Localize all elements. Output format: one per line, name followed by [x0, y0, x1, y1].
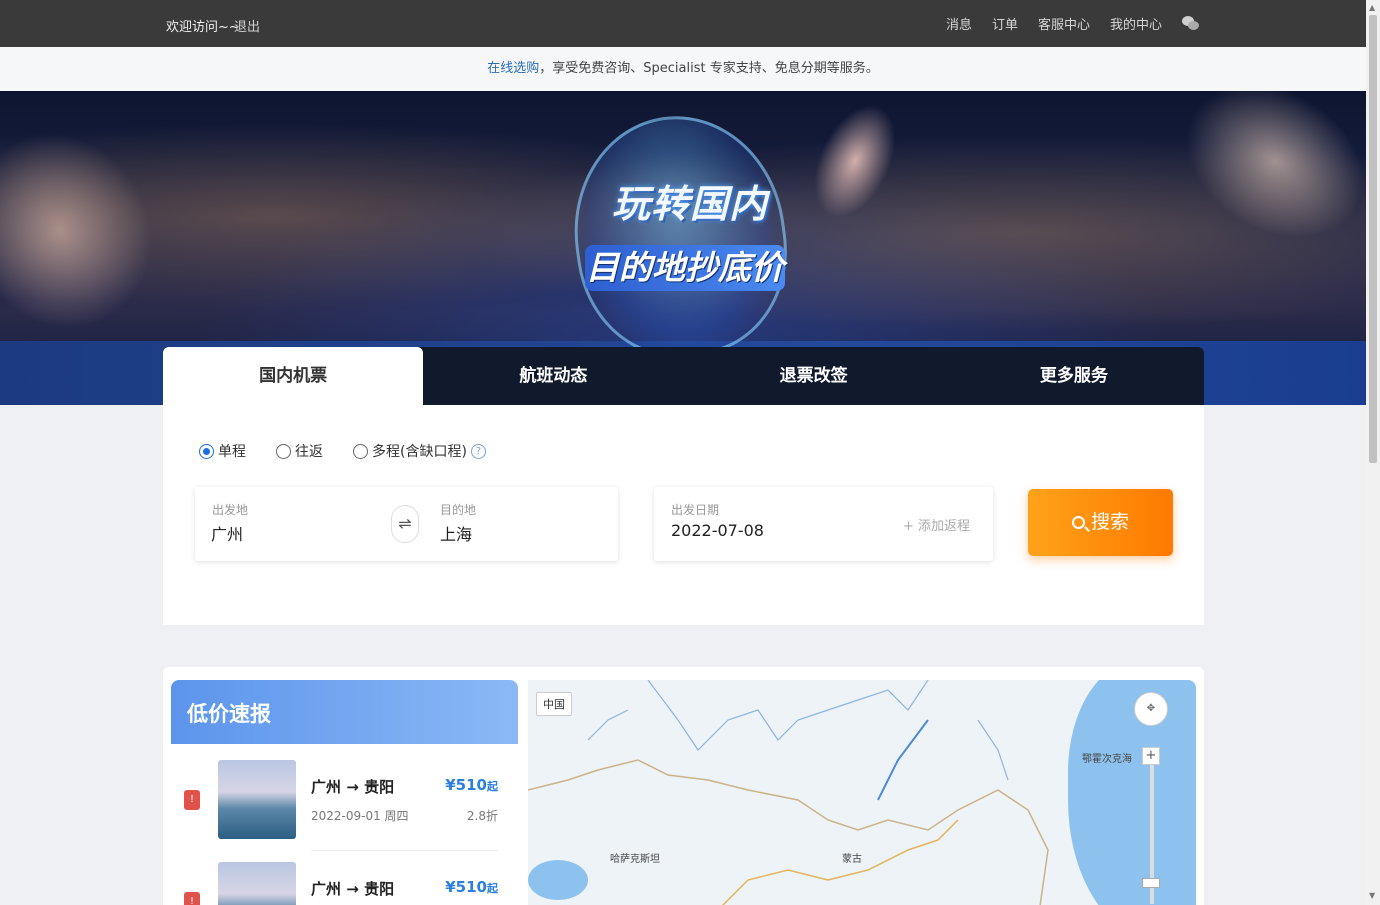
- wechat-icon[interactable]: [1182, 16, 1200, 31]
- flight-search-panel: 单程 往返 多程(含缺口程)? 出发地 广州 ⇌ 目的地 上海 出发日期 202…: [163, 405, 1204, 625]
- radio-dot-icon: [353, 443, 368, 459]
- banner-decoration: [797, 91, 913, 231]
- radio-dot-icon: [276, 443, 291, 459]
- from-city-input[interactable]: 广州: [211, 521, 243, 545]
- nav-orders[interactable]: 订单: [992, 14, 1018, 33]
- tab-domestic-flights[interactable]: 国内机票: [163, 347, 424, 405]
- zoom-slider-handle[interactable]: [1142, 878, 1160, 888]
- map-lake: [528, 860, 588, 900]
- trip-roundtrip-label: 往返: [295, 444, 323, 460]
- date-selector: 出发日期 2022-07-08 + 添加返程: [654, 487, 993, 561]
- deal-price: ¥510起: [445, 776, 498, 794]
- trip-oneway-radio[interactable]: 单程: [199, 441, 246, 461]
- notice-text: ，享受免费咨询、Specialist 专家支持、免息分期等服务。: [539, 61, 879, 76]
- search-button[interactable]: 搜索: [1028, 489, 1173, 556]
- top-nav: 消息 订单 客服中心 我的中心: [946, 14, 1200, 33]
- deal-route: 广州 → 贵阳: [311, 776, 394, 797]
- scroll-down-icon[interactable]: ▼: [1369, 891, 1375, 900]
- radio-dot-icon: [199, 443, 214, 459]
- deal-price-value: ¥510: [445, 878, 487, 896]
- search-button-label: 搜索: [1090, 511, 1129, 533]
- trip-multicity-label: 多程(含缺口程): [372, 444, 467, 460]
- map-label-mongolia: 蒙古: [842, 854, 862, 865]
- deal-date: 2022-09-01 周四: [311, 809, 409, 823]
- search-icon: [1071, 516, 1085, 529]
- deal-item[interactable]: ! 广州 → 贵阳 2022-09-01 周四 ¥510起 2.8折: [171, 744, 518, 851]
- tab-flight-status[interactable]: 航班动态: [423, 347, 683, 405]
- departure-date-label: 出发日期: [671, 503, 720, 517]
- deal-to: 贵阳: [364, 880, 395, 898]
- map-label-okhotsk: 鄂霍次克海: [1082, 754, 1132, 765]
- map-pan-control-icon[interactable]: ✥: [1134, 692, 1168, 726]
- banner-title: 玩转国内: [611, 182, 768, 226]
- deal-route: 广州 → 贵阳: [311, 878, 394, 899]
- trip-type-selector: 单程 往返 多程(含缺口程)?: [199, 441, 486, 461]
- deal-from: 广州: [311, 778, 342, 796]
- notice-bar: 在线选购，享受免费咨询、Specialist 专家支持、免息分期等服务。: [0, 47, 1366, 91]
- online-purchase-link[interactable]: 在线选购: [487, 61, 539, 76]
- top-bar: 欢迎访问~~ 退出 消息 订单 客服中心 我的中心: [0, 0, 1366, 47]
- deal-price-value: ¥510: [445, 776, 487, 794]
- map-label-kazakhstan: 哈萨克斯坦: [610, 854, 660, 865]
- zoom-in-button[interactable]: +: [1142, 747, 1160, 765]
- service-tabs: 国内机票 航班动态 退票改签 更多服务: [163, 347, 1204, 405]
- deal-price-suffix: 起: [487, 882, 498, 895]
- add-return-link[interactable]: + 添加返程: [903, 515, 970, 534]
- deal-destination-image: [218, 862, 296, 905]
- from-label: 出发地: [212, 503, 249, 517]
- banner-emblem: [559, 102, 801, 370]
- deal-rank-badge: !: [184, 790, 200, 810]
- low-price-deals: 低价速报 ! 广州 → 贵阳 2022-09-01 周四 ¥510起 2.8折 …: [171, 680, 518, 905]
- trip-roundtrip-radio[interactable]: 往返: [276, 441, 323, 461]
- deal-price-suffix: 起: [487, 780, 498, 793]
- deal-price: ¥510起: [445, 878, 498, 896]
- nav-service-center[interactable]: 客服中心: [1038, 14, 1090, 33]
- route-arrow-icon: →: [346, 778, 359, 796]
- deals-map[interactable]: 中国 哈萨克斯坦 蒙古 鄂霍次克海 ✥ +: [528, 680, 1196, 905]
- nav-messages[interactable]: 消息: [946, 14, 972, 33]
- deals-title: 低价速报: [171, 680, 518, 744]
- scrollbar-thumb[interactable]: [1369, 15, 1377, 463]
- nav-my-center[interactable]: 我的中心: [1110, 14, 1162, 33]
- deal-rank-badge: !: [184, 892, 200, 905]
- trip-oneway-label: 单程: [218, 444, 246, 460]
- banner-subtitle: 目的地抄底价: [585, 245, 785, 291]
- map-region-select[interactable]: 中国: [536, 692, 572, 716]
- swap-cities-icon[interactable]: ⇌: [391, 505, 419, 543]
- route-arrow-icon: →: [346, 880, 359, 898]
- to-label: 目的地: [440, 503, 477, 517]
- banner-decoration: [0, 99, 188, 363]
- deal-destination-image: [218, 760, 296, 839]
- deal-to: 贵阳: [364, 778, 395, 796]
- trip-multicity-radio[interactable]: 多程(含缺口程)?: [353, 441, 486, 461]
- city-selector: 出发地 广州 ⇌ 目的地 上海: [195, 487, 618, 561]
- map-sea: [1068, 680, 1196, 905]
- tab-more-services[interactable]: 更多服务: [944, 347, 1204, 405]
- deal-item[interactable]: ! 广州 → 贵阳 ¥510起: [171, 846, 518, 905]
- deal-from: 广州: [311, 880, 342, 898]
- page-scrollbar[interactable]: ▲ ▼: [1366, 0, 1380, 905]
- departure-date-input[interactable]: 2022-07-08: [671, 521, 764, 540]
- banner-decoration: [1157, 91, 1366, 270]
- tab-refund-change[interactable]: 退票改签: [684, 347, 944, 405]
- logout-link[interactable]: 退出: [234, 16, 260, 35]
- deal-discount: 2.8折: [466, 809, 498, 823]
- scroll-up-icon[interactable]: ▲: [1369, 3, 1375, 12]
- welcome-text: 欢迎访问~~: [166, 20, 240, 35]
- to-city-input[interactable]: 上海: [440, 521, 472, 545]
- help-icon[interactable]: ?: [470, 443, 486, 459]
